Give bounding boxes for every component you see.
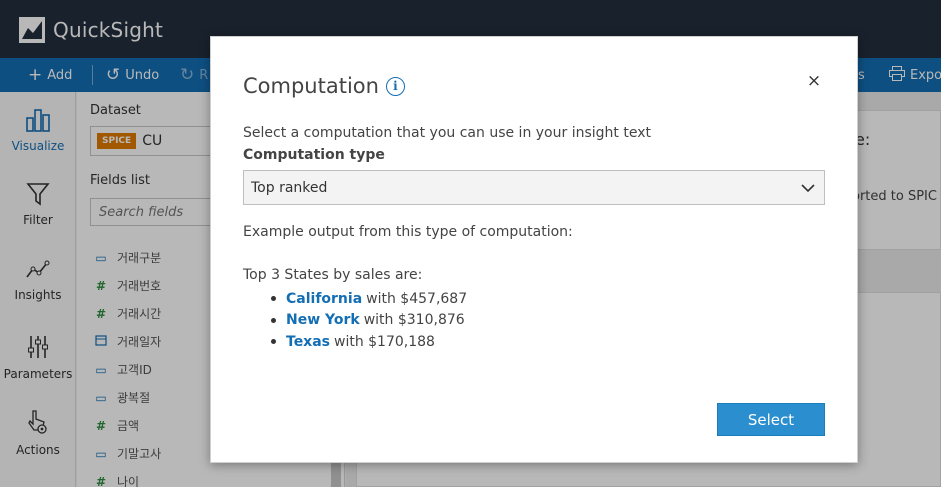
computation-type-select[interactable]: Top ranked <box>243 170 825 205</box>
computation-type-label: Computation type <box>243 147 385 163</box>
sample-item: Texas with $170,188 <box>271 331 467 353</box>
computation-dialog: Computation i × Select a computation tha… <box>210 36 858 463</box>
chevron-down-icon <box>800 180 816 200</box>
dialog-title-text: Computation <box>243 74 379 98</box>
sample-value: with $170,188 <box>334 333 435 350</box>
dialog-description: Select a computation that you can use in… <box>243 125 651 141</box>
dialog-title: Computation i <box>243 74 405 98</box>
sample-list: California with $457,687 New York with $… <box>271 288 467 353</box>
sample-state: New York <box>286 312 360 329</box>
bullet <box>271 317 276 323</box>
close-button[interactable]: × <box>804 71 824 91</box>
bullet <box>271 339 276 345</box>
sample-value: with $457,687 <box>366 290 468 307</box>
sample-item: California with $457,687 <box>271 288 467 310</box>
sample-intro: Top 3 States by sales are: <box>243 267 423 283</box>
info-icon[interactable]: i <box>385 76 405 96</box>
bullet <box>271 296 276 302</box>
example-heading: Example output from this type of computa… <box>243 224 573 240</box>
sample-state: California <box>286 290 363 307</box>
computation-type-value: Top ranked <box>251 179 328 196</box>
sample-value: with $310,876 <box>363 312 465 329</box>
sample-item: New York with $310,876 <box>271 310 467 332</box>
sample-state: Texas <box>286 333 330 350</box>
select-button[interactable]: Select <box>717 403 825 436</box>
